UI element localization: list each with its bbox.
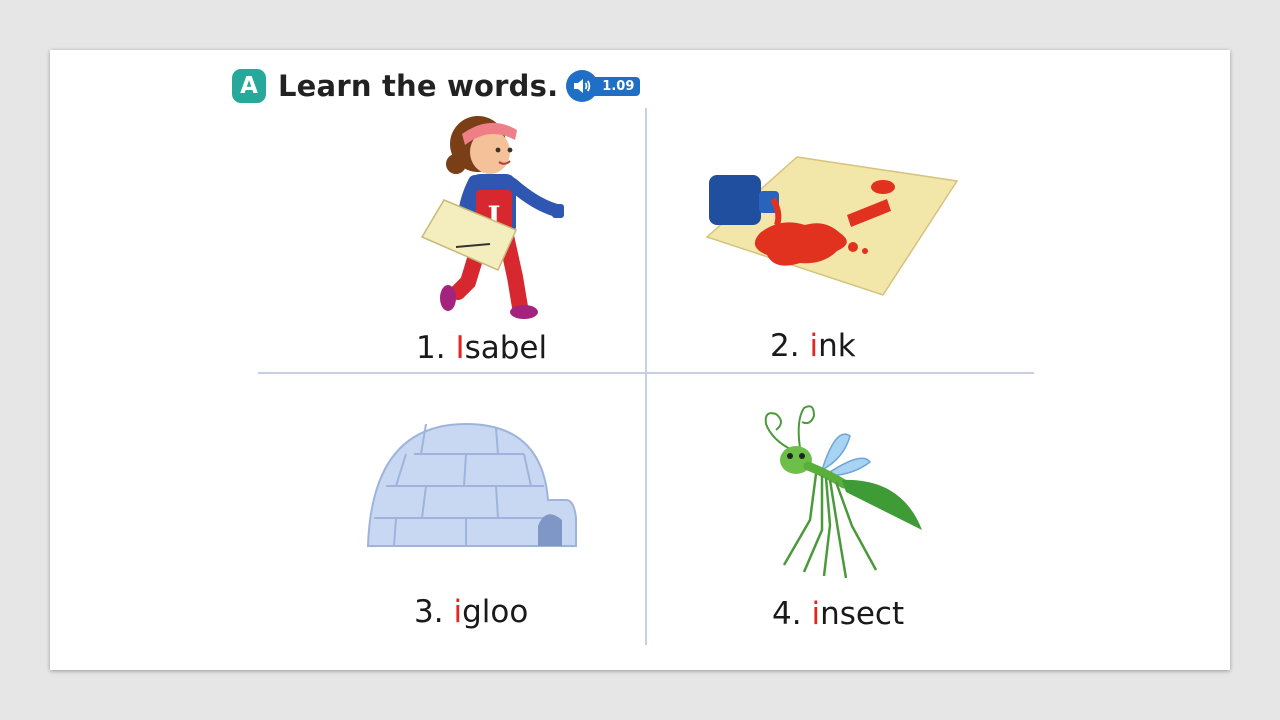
word-rest: gloo (462, 594, 529, 630)
igloo-illustration (366, 422, 577, 547)
word-rest: sabel (464, 330, 548, 366)
slide-page: A Learn the words. 1.09 I 1. Isabel 2. i… (50, 50, 1230, 670)
word-initial-letter: i (809, 328, 819, 364)
word-caption: 2. ink (770, 328, 856, 364)
word-number: 3. (414, 594, 444, 630)
audio-button[interactable]: 1.09 (566, 70, 641, 102)
word-caption: 4. insect (772, 596, 904, 632)
section-title: Learn the words. (278, 69, 559, 103)
word-caption: 3. igloo (414, 594, 528, 630)
word-rest: nk (818, 328, 856, 364)
section-badge: A (232, 69, 266, 103)
girl-isabel-illustration: I (420, 116, 564, 319)
insect-illustration (764, 405, 922, 579)
word-rest: nsect (820, 596, 905, 632)
word-number: 4. (772, 596, 802, 632)
word-number: 1. (416, 330, 446, 366)
word-initial-letter: I (455, 330, 465, 366)
grid-divider-vertical (645, 108, 647, 645)
speaker-icon[interactable] (566, 70, 599, 102)
section-header: A Learn the words. 1.09 (232, 66, 641, 106)
word-number: 2. (770, 328, 800, 364)
word-initial-letter: i (811, 596, 821, 632)
grid-divider-horizontal (258, 372, 1034, 374)
ink-bottle-illustration (705, 156, 959, 296)
word-caption: 1. Isabel (416, 330, 547, 366)
word-initial-letter: i (453, 594, 463, 630)
